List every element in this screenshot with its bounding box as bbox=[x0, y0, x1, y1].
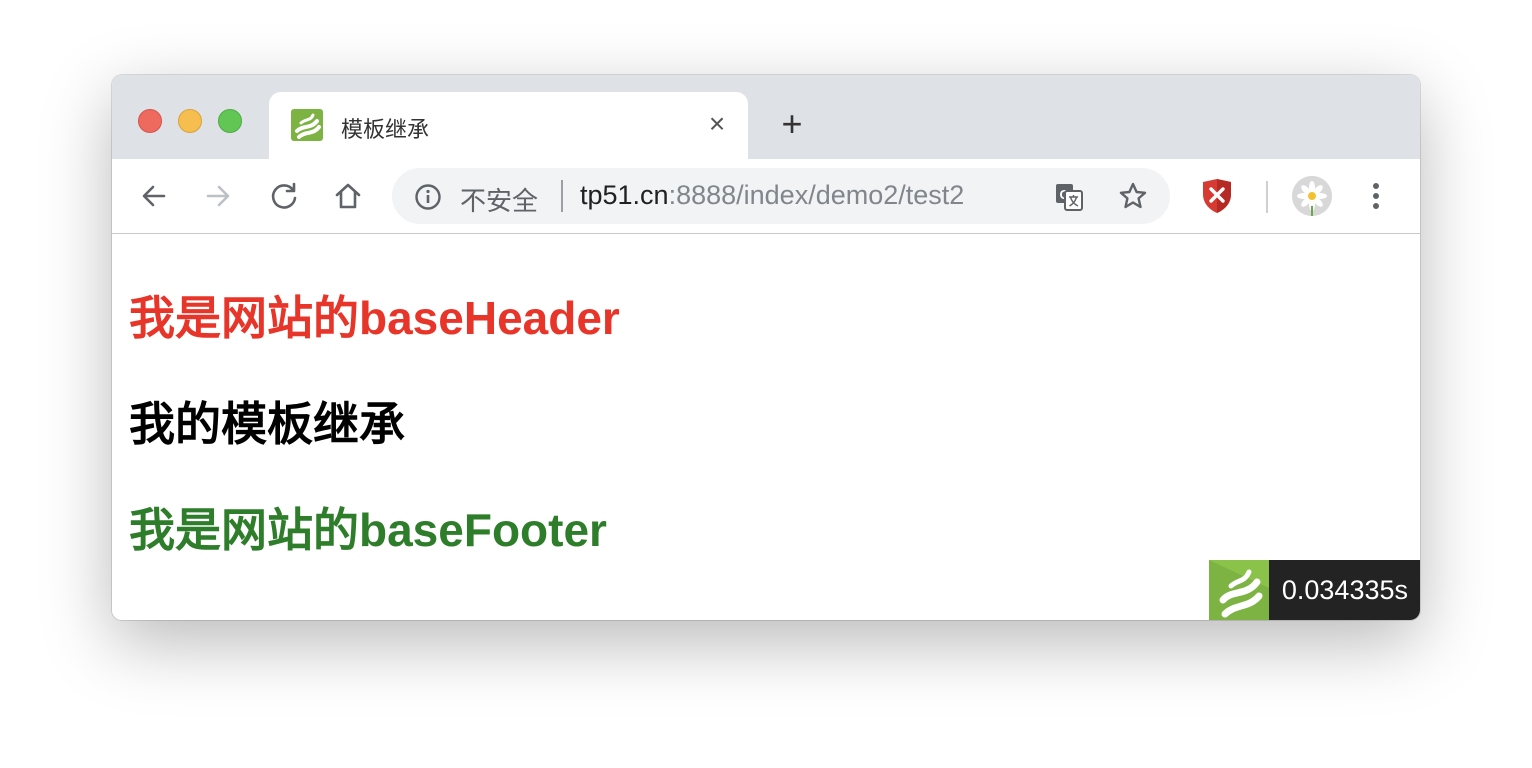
trace-runtime[interactable]: 0.034335s bbox=[1268, 560, 1420, 620]
page-content: 我是网站的baseHeader 我的模板继承 我是网站的baseFooter 0… bbox=[112, 234, 1420, 620]
toolbar-divider bbox=[1266, 181, 1268, 213]
forward-arrow-icon[interactable] bbox=[202, 180, 234, 212]
window-minimize-button[interactable] bbox=[178, 109, 202, 133]
url-text[interactable]: tp51.cn:8888/index/demo2/test2 bbox=[580, 180, 964, 211]
browser-toolbar: 不安全 tp51.cn:8888/index/demo2/test2 G bbox=[112, 159, 1420, 234]
home-icon[interactable] bbox=[332, 180, 364, 212]
kebab-menu-icon[interactable] bbox=[1362, 179, 1390, 213]
base-footer-heading: 我是网站的baseFooter bbox=[129, 504, 607, 556]
base-header-heading: 我是网站的baseHeader bbox=[129, 292, 620, 344]
info-icon[interactable] bbox=[414, 183, 442, 211]
translate-icon[interactable]: G bbox=[1054, 182, 1084, 212]
avatar[interactable] bbox=[1292, 176, 1332, 216]
window-maximize-button[interactable] bbox=[218, 109, 242, 133]
tab-active[interactable]: 模板继承 × bbox=[269, 92, 748, 159]
security-label[interactable]: 不安全 bbox=[460, 181, 538, 218]
url-host: tp51.cn bbox=[580, 180, 669, 210]
tab-strip: 模板继承 × + bbox=[112, 75, 1420, 159]
back-arrow-icon[interactable] bbox=[138, 180, 170, 212]
tab-close-icon[interactable]: × bbox=[703, 110, 731, 138]
new-tab-button[interactable]: + bbox=[776, 106, 808, 142]
shield-icon[interactable] bbox=[1200, 178, 1234, 214]
main-heading: 我的模板继承 bbox=[129, 398, 405, 450]
tab-title: 模板继承 bbox=[341, 118, 430, 143]
thinkphp-favicon-icon bbox=[291, 109, 323, 141]
window-close-button[interactable] bbox=[138, 109, 162, 133]
star-icon[interactable] bbox=[1118, 181, 1148, 211]
reload-icon[interactable] bbox=[268, 180, 300, 212]
omnibox-divider bbox=[561, 180, 563, 212]
thinkphp-logo-icon[interactable] bbox=[1208, 560, 1269, 620]
browser-window: 模板继承 × + 不安全 tp51.cn:8888/index/demo2/te… bbox=[112, 75, 1420, 620]
page-trace-bar[interactable]: 0.034335s bbox=[1208, 560, 1420, 620]
url-path: :8888/index/demo2/test2 bbox=[668, 180, 965, 210]
address-bar[interactable]: 不安全 tp51.cn:8888/index/demo2/test2 G bbox=[392, 168, 1170, 224]
